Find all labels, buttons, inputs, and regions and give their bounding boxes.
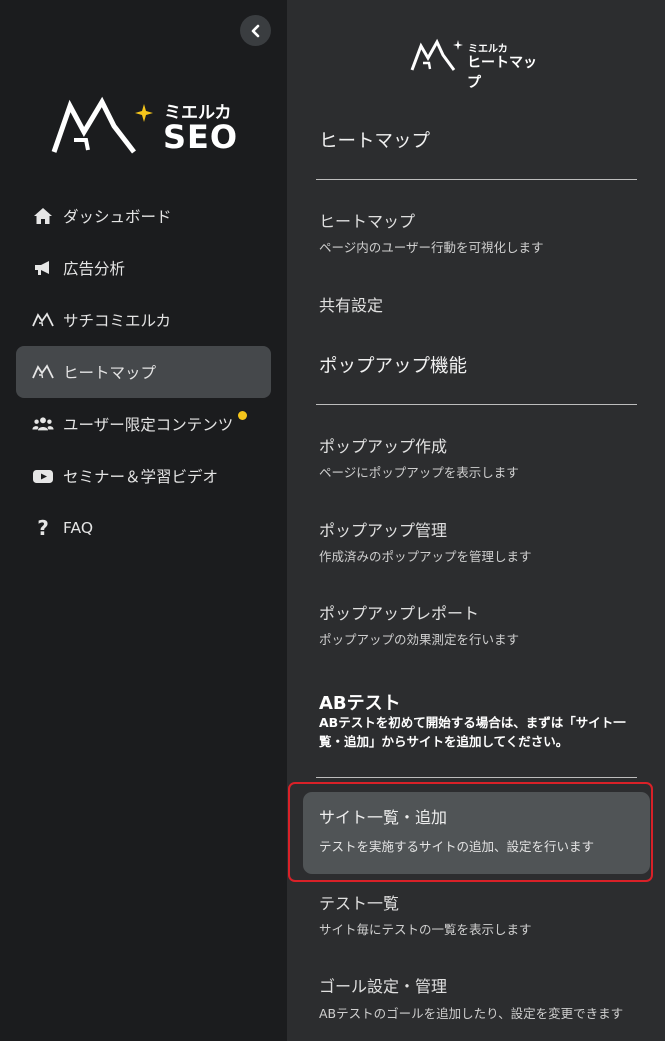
mieruca-heatmap-logo[interactable]: ミエルカ ヒートマップ [410, 38, 545, 91]
menu-item-desc: サイト毎にテストの一覧を表示します [319, 922, 532, 937]
question-icon: ? [37, 516, 49, 540]
sidebar-item-label: ヒートマップ [63, 364, 157, 382]
home-icon [32, 205, 54, 227]
divider [316, 179, 637, 180]
mieruca-logo-icon [32, 309, 54, 331]
users-icon [32, 413, 54, 435]
logo-product-text: ヒートマップ [467, 55, 537, 91]
menu-item-desc: ABテストのゴールを追加したり、設定を変更できます [319, 1006, 624, 1021]
divider [316, 404, 637, 405]
mieruca-seo-logo[interactable]: ミエルカ SEO [50, 96, 250, 160]
sidebar-item-sachiko-mieruca[interactable]: サチコミエルカ [16, 294, 271, 346]
menu-item-title: サイト一覧・追加 [319, 808, 448, 827]
menu-item-test-list[interactable]: テスト一覧 サイト毎にテストの一覧を表示します [319, 893, 639, 938]
sidebar-item-heatmap[interactable]: ヒートマップ [16, 346, 271, 398]
sidebar-item-ad-analysis[interactable]: 広告分析 [16, 242, 271, 294]
sidebar-item-seminar-video[interactable]: セミナー＆学習ビデオ [16, 450, 271, 502]
sidebar-item-label: ユーザー限定コンテンツ [63, 416, 234, 434]
section-title-heatmap: ヒートマップ [319, 131, 431, 152]
sidebar-item-label: サチコミエルカ [63, 312, 172, 330]
sidebar-item-user-content[interactable]: ユーザー限定コンテンツ [16, 398, 271, 450]
menu-item-title: テスト一覧 [319, 894, 400, 913]
menu-item-goal-settings[interactable]: ゴール設定・管理 ABテストのゴールを追加したり、設定を変更できます [319, 976, 637, 1024]
menu-item-popup-create[interactable]: ポップアップ作成 ページにポップアップを表示します [319, 436, 639, 481]
menu-item-title: ポップアップレポート [319, 604, 480, 623]
collapse-sidebar-button[interactable] [240, 15, 271, 46]
section-title-ab-test: ABテスト [319, 693, 401, 714]
sidebar-item-label: ダッシュボード [63, 208, 172, 226]
menu-item-title: ヒートマップ [319, 212, 416, 231]
ab-test-instruction: ABテストを初めて開始する場合は、まずは「サイト一覧・追加」からサイトを追加して… [319, 715, 626, 749]
divider [316, 777, 637, 778]
menu-item-desc: ページ内のユーザー行動を可視化します [319, 240, 544, 255]
menu-item-desc: テストを実施するサイトの追加、設定を行います [319, 839, 595, 854]
heatmap-menu-panel: ミエルカ ヒートマップ ヒートマップ ヒートマップ ページ内のユーザー行動を可視… [287, 0, 665, 1041]
menu-item-popup-manage[interactable]: ポップアップ管理 作成済みのポップアップを管理します [319, 520, 639, 565]
chevron-left-icon [251, 24, 259, 37]
sidebar-item-dashboard[interactable]: ダッシュボード [16, 190, 271, 242]
menu-item-desc: 作成済みのポップアップを管理します [319, 549, 532, 564]
mieruca-logo-icon [32, 361, 54, 383]
sidebar: ミエルカ SEO ダッシュボード 広告分析 サチコミエルカ ヒートマップ ユーザ… [0, 0, 287, 1041]
sidebar-item-label: 広告分析 [63, 260, 126, 278]
menu-item-desc: ポップアップの効果測定を行います [319, 632, 520, 647]
sidebar-item-label: FAQ [63, 519, 94, 537]
menu-item-heatmap[interactable]: ヒートマップ ページ内のユーザー行動を可視化します [319, 211, 639, 256]
sidebar-nav: ダッシュボード 広告分析 サチコミエルカ ヒートマップ ユーザー限定コンテンツ [16, 190, 271, 554]
menu-item-title: ゴール設定・管理 [319, 977, 448, 996]
menu-item-desc: ページにポップアップを表示します [319, 465, 519, 480]
menu-item-site-list-add-text[interactable]: サイト一覧・追加 テストを実施するサイトの追加、設定を行います [319, 807, 649, 855]
sidebar-item-faq[interactable]: ? FAQ [16, 502, 271, 554]
youtube-icon [32, 465, 54, 487]
logo-product-text: SEO [163, 118, 239, 156]
section-title-popup: ポップアップ機能 [319, 356, 468, 377]
menu-item-title: ポップアップ管理 [319, 521, 448, 540]
sidebar-item-label: セミナー＆学習ビデオ [63, 468, 219, 486]
menu-item-popup-report[interactable]: ポップアップレポート ポップアップの効果測定を行います [319, 603, 639, 648]
notification-badge [238, 411, 247, 420]
menu-item-share-settings[interactable]: 共有設定 [319, 295, 639, 317]
menu-item-title: 共有設定 [319, 296, 384, 315]
menu-item-title: ポップアップ作成 [319, 437, 448, 456]
megaphone-icon [32, 257, 54, 279]
